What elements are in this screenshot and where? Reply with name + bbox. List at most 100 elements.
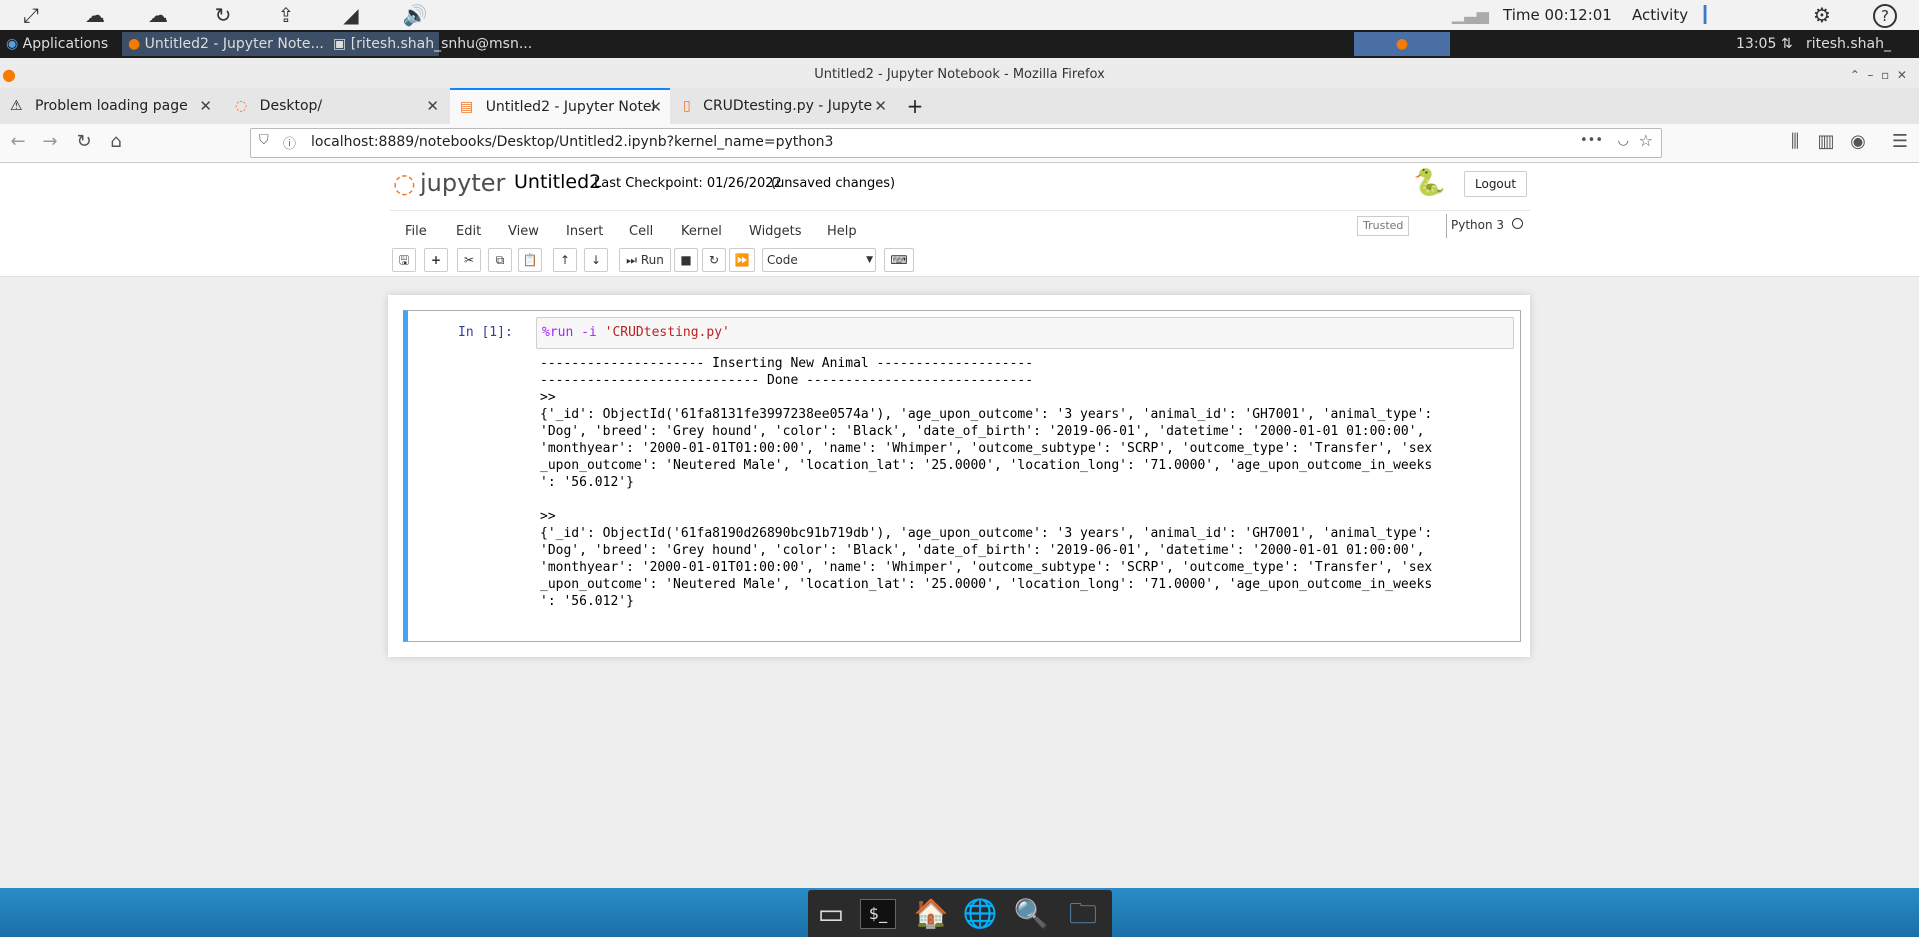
copy-icon[interactable]: ⧉ [488, 248, 512, 272]
close-tab-icon[interactable]: ✕ [199, 88, 212, 124]
folder-icon[interactable]: 🗀 [1063, 896, 1103, 932]
paste-icon[interactable]: 📋 [518, 248, 542, 272]
forward-icon[interactable]: → [38, 131, 62, 152]
taskbar-window-terminal[interactable]: ▣ [ritesh.shah_snhu@msn... [327, 32, 539, 56]
cell-input-editor[interactable]: %run -i 'CRUDtesting.py' [536, 317, 1514, 349]
run-button[interactable]: ⏭ Run [619, 248, 671, 272]
back-icon[interactable]: ← [6, 131, 30, 152]
bookmark-star-icon[interactable]: ☆ [1639, 131, 1653, 150]
notebook-menubar: File Edit View Insert Cell Kernel Widget… [0, 210, 1919, 248]
checkpoint-status: Last Checkpoint: 01/26/2022 [594, 176, 782, 191]
menu-widgets[interactable]: Widgets [749, 224, 802, 239]
code-cell[interactable]: In [1]: %run -i 'CRUDtesting.py' -------… [403, 310, 1521, 642]
share-icon[interactable]: ⇪ [273, 3, 299, 27]
menu-edit[interactable]: Edit [456, 224, 481, 239]
trusted-indicator[interactable]: Trusted [1357, 216, 1410, 236]
restart-icon[interactable]: ↻ [702, 248, 726, 272]
session-time: Time 00:12:01 [1503, 6, 1612, 24]
autosave-status: (unsaved changes) [771, 176, 896, 191]
logout-button[interactable]: Logout [1464, 171, 1528, 197]
window-title: Untitled2 - Jupyter Notebook - Mozilla F… [814, 67, 1105, 82]
new-tab-button[interactable]: + [900, 88, 930, 124]
home-folder-icon[interactable]: 🏠 [911, 896, 951, 932]
close-tab-icon[interactable]: ✕ [649, 90, 662, 124]
save-icon[interactable]: 🖫 [392, 248, 416, 272]
interrupt-icon[interactable]: ■ [674, 248, 698, 272]
account-icon[interactable]: ◉ [1846, 131, 1870, 152]
page-actions-icon[interactable]: ••• [1580, 133, 1603, 148]
url-bar[interactable]: ⛉ ⓘ localhost:8889/notebooks/Desktop/Unt… [250, 128, 1662, 158]
show-desktop-icon[interactable]: ▭ [811, 896, 851, 932]
jupyter-header: ◌ jupyter Untitled2 Last Checkpoint: 01/… [0, 163, 1919, 210]
cell-type-select[interactable]: Code ▼ [762, 248, 876, 272]
tab-label: Untitled2 - Jupyter Notel [485, 99, 656, 115]
menu-icon[interactable]: ☰ [1888, 131, 1912, 152]
upload-icon[interactable]: ☁ [82, 3, 108, 27]
url-text[interactable]: localhost:8889/notebooks/Desktop/Untitle… [311, 134, 833, 150]
window-title-bar: ● Untitled2 - Jupyter Notebook - Mozilla… [0, 58, 1919, 92]
fullscreen-icon[interactable]: ⤢ [18, 3, 44, 27]
command-palette-icon[interactable]: ⌨ [884, 248, 914, 272]
firefox-icon: ● [128, 36, 141, 52]
jupyter-favicon-icon: ◌ [235, 98, 248, 114]
menu-view[interactable]: View [508, 224, 539, 239]
sidebar-icon[interactable]: ▥ [1814, 131, 1838, 152]
pocket-icon[interactable]: ◡ [1618, 133, 1629, 148]
jupyter-logo-icon[interactable]: ◌ [393, 171, 416, 197]
move-down-icon[interactable]: ↓ [584, 248, 608, 272]
web-browser-icon[interactable]: 🌐 [960, 896, 1000, 932]
menu-insert[interactable]: Insert [566, 224, 603, 239]
cut-icon[interactable]: ✂ [457, 248, 481, 272]
download-icon[interactable]: ☁ [145, 3, 171, 27]
notebook-favicon-icon: ▤ [460, 99, 474, 115]
taskbar-window-label: Untitled2 - Jupyter Note... [144, 36, 324, 52]
remote-toolbar: ⤢ ☁ ☁ ↻ ⇪ ◢ 🔊 ▁▃▅ Time 00:12:01 Activity… [0, 0, 1919, 31]
tab-untitled2[interactable]: ▤ Untitled2 - Jupyter Notel ✕ [450, 88, 670, 124]
reload-icon[interactable]: ↻ [72, 131, 96, 152]
menu-cell[interactable]: Cell [629, 224, 653, 239]
restart-run-all-icon[interactable]: ⏩ [729, 248, 755, 272]
kernel-name[interactable]: Python 3 [1451, 218, 1504, 232]
cell-code[interactable]: %run -i 'CRUDtesting.py' [542, 325, 730, 340]
warning-icon: ⚠ [10, 98, 23, 114]
tab-strip: ⚠ Problem loading page ✕ ◌ Desktop/ ✕ ▤ … [0, 88, 1919, 124]
search-icon[interactable]: 🔍 [1011, 896, 1051, 932]
cell-output: --------------------- Inserting New Anim… [540, 356, 1433, 609]
python-logo-icon: 🐍 [1413, 168, 1446, 198]
tab-label: CRUDtesting.py - Jupyte [703, 98, 873, 114]
network-icon[interactable]: ⇅ [1775, 32, 1799, 56]
navigation-bar: ← → ↻ ⌂ ⛉ ⓘ localhost:8889/notebooks/Des… [0, 124, 1919, 163]
dock: ▭ $_ 🏠 🌐 🔍 🗀 [808, 890, 1112, 937]
firefox-icon: ● [1395, 36, 1409, 52]
window-controls[interactable]: ⌃ – ▫ ✕ [1850, 58, 1907, 92]
user-name[interactable]: ritesh.shah_ [1800, 32, 1897, 56]
activity-label[interactable]: Activity [1632, 6, 1688, 24]
terminal-icon[interactable]: $_ [860, 899, 896, 929]
workspace-switcher[interactable]: ● [1354, 32, 1450, 56]
home-icon[interactable]: ⌂ [104, 131, 128, 152]
close-tab-icon[interactable]: ✕ [426, 88, 439, 124]
menu-help[interactable]: Help [827, 224, 857, 239]
insert-cell-icon[interactable]: + [424, 248, 448, 272]
tab-problem-loading[interactable]: ⚠ Problem loading page ✕ [0, 88, 220, 124]
signal-icon[interactable]: ◢ [338, 3, 364, 27]
refresh-icon[interactable]: ↻ [210, 3, 236, 27]
tab-desktop[interactable]: ◌ Desktop/ ✕ [225, 88, 447, 124]
library-icon[interactable]: ⫼ [1783, 131, 1807, 152]
firefox-icon: ● [2, 65, 16, 84]
info-icon[interactable]: ⓘ [283, 133, 296, 152]
menu-kernel[interactable]: Kernel [681, 224, 722, 239]
tab-label: Desktop/ [259, 98, 323, 114]
applications-menu[interactable]: ◉ Applications [0, 32, 114, 56]
jupyter-logo[interactable]: jupyter [420, 169, 505, 197]
move-up-icon[interactable]: ↑ [553, 248, 577, 272]
close-tab-icon[interactable]: ✕ [874, 88, 887, 124]
settings-gear-icon[interactable]: ⚙ [1809, 3, 1835, 27]
tab-crudtesting[interactable]: ▯ CRUDtesting.py - Jupyte ✕ [673, 88, 895, 124]
volume-icon[interactable]: 🔊 [402, 3, 428, 27]
menu-file[interactable]: File [405, 224, 427, 239]
notebook-name[interactable]: Untitled2 [514, 171, 601, 193]
shield-icon[interactable]: ⛉ [259, 133, 269, 148]
tab-label: Problem loading page [35, 98, 188, 114]
help-icon[interactable]: ? [1873, 4, 1897, 28]
